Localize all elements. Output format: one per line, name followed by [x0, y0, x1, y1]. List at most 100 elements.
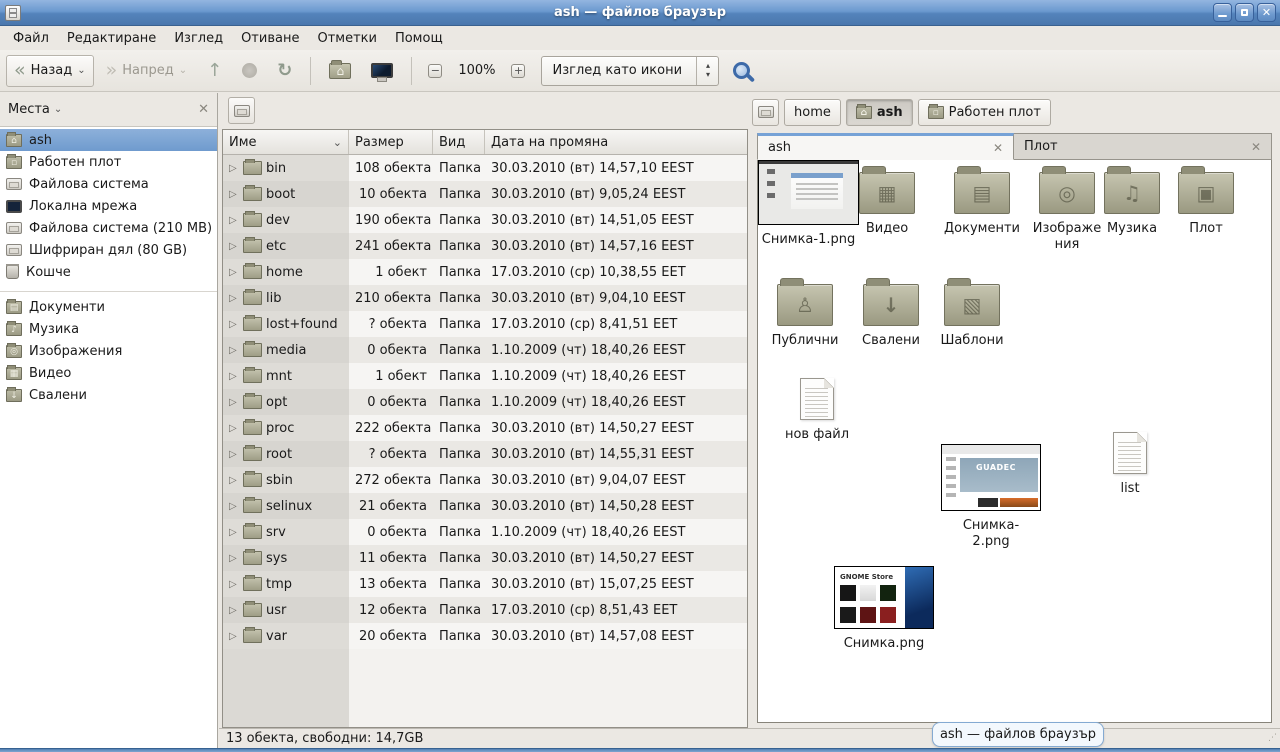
expander-icon[interactable]: ▷	[229, 553, 239, 564]
table-row[interactable]: ▷ srv 0 обекта Папка 1.10.2009 (чт) 18,4…	[223, 519, 747, 545]
reload-button[interactable]: ↻	[269, 55, 300, 87]
table-row[interactable]: ▷ mnt 1 обект Папка 1.10.2009 (чт) 18,40…	[223, 363, 747, 389]
expander-icon[interactable]: ▷	[229, 319, 239, 330]
expander-icon[interactable]: ▷	[229, 215, 239, 226]
expander-icon[interactable]: ▷	[229, 345, 239, 356]
back-dropdown-icon[interactable]: ⌄	[77, 65, 85, 76]
sidebar-item[interactable]: Файлова система (210 MB)	[0, 217, 217, 239]
expander-icon[interactable]: ▷	[229, 241, 239, 252]
menu-item[interactable]: Отиване	[232, 29, 308, 48]
expander-icon[interactable]: ▷	[229, 293, 239, 304]
list-item[interactable]: Публични	[764, 284, 846, 349]
column-header-size[interactable]: Размер	[349, 130, 433, 154]
sidebar-close-icon[interactable]: ✕	[198, 102, 209, 117]
expander-icon[interactable]: ▷	[229, 371, 239, 382]
expander-icon[interactable]: ▷	[229, 631, 239, 642]
sidebar-item[interactable]: ▤ Документи	[0, 296, 217, 318]
table-row[interactable]: ▷ home 1 обект Папка 17.03.2010 (ср) 10,…	[223, 259, 747, 285]
list-item[interactable]: Свалени	[848, 284, 934, 349]
table-row[interactable]: ▷ var 20 обекта Папка 30.03.2010 (вт) 14…	[223, 623, 747, 649]
zoom-out-button[interactable]: −	[422, 58, 448, 84]
back-button[interactable]: « Назад ⌄	[6, 55, 94, 87]
tab[interactable]: Плот ✕	[1014, 133, 1272, 160]
breadcrumb-button[interactable]: ⌂ ash	[846, 99, 913, 126]
breadcrumb-root-button[interactable]	[752, 99, 779, 126]
expander-icon[interactable]: ▷	[229, 579, 239, 590]
sidebar-item[interactable]: ▦ Видео	[0, 362, 217, 384]
close-button[interactable]: ✕	[1257, 3, 1276, 22]
expander-icon[interactable]: ▷	[229, 475, 239, 486]
table-row[interactable]: ▷ sbin 272 обекта Папка 30.03.2010 (вт) …	[223, 467, 747, 493]
menu-item[interactable]: Отметки	[308, 29, 385, 48]
search-button[interactable]	[733, 62, 750, 79]
list-item[interactable]: Музика	[1102, 172, 1162, 237]
sidebar-item[interactable]: ♪ Музика	[0, 318, 217, 340]
table-row[interactable]: ▷ selinux 21 обекта Папка 30.03.2010 (вт…	[223, 493, 747, 519]
breadcrumb-button[interactable]: ▫ Работен плот	[918, 99, 1051, 126]
zoom-in-button[interactable]: +	[505, 58, 531, 84]
sidebar-item[interactable]: ◎ Изображения	[0, 340, 217, 362]
table-row[interactable]: ▷ boot 10 обекта Папка 30.03.2010 (вт) 9…	[223, 181, 747, 207]
list-item[interactable]: list	[1076, 432, 1184, 497]
home-button[interactable]	[321, 55, 359, 87]
list-item[interactable]: Документи	[940, 172, 1024, 237]
list-item[interactable]: Снимка-1.png	[758, 160, 859, 248]
list-item[interactable]: Изображения	[1030, 172, 1104, 252]
expander-icon[interactable]: ▷	[229, 501, 239, 512]
icon-view[interactable]: Видео Документи Изображения Музика Плот …	[757, 160, 1272, 723]
menu-item[interactable]: Помощ	[386, 29, 452, 48]
tab-close-icon[interactable]: ✕	[1251, 140, 1261, 154]
table-row[interactable]: ▷ etc 241 обекта Папка 30.03.2010 (вт) 1…	[223, 233, 747, 259]
expander-icon[interactable]: ▷	[229, 189, 239, 200]
taskbar-window-button[interactable]: ash — файлов браузър	[932, 722, 1104, 747]
stop-button[interactable]	[234, 55, 265, 87]
sidebar-item[interactable]: ⌂ ash	[0, 129, 217, 151]
expander-icon[interactable]: ▷	[229, 423, 239, 434]
computer-button[interactable]	[363, 55, 401, 87]
maximize-button[interactable]	[1235, 3, 1254, 22]
column-header-name[interactable]: Име ⌄	[223, 130, 349, 154]
expander-icon[interactable]: ▷	[229, 163, 239, 174]
menu-item[interactable]: Изглед	[165, 29, 232, 48]
menu-item[interactable]: Файл	[4, 29, 58, 48]
table-row[interactable]: ▷ dev 190 обекта Папка 30.03.2010 (вт) 1…	[223, 207, 747, 233]
table-row[interactable]: ▷ tmp 13 обекта Папка 30.03.2010 (вт) 15…	[223, 571, 747, 597]
expander-icon[interactable]: ▷	[229, 267, 239, 278]
table-row[interactable]: ▷ bin 108 обекта Папка 30.03.2010 (вт) 1…	[223, 155, 747, 181]
list-item[interactable]: Снимка.png	[830, 566, 938, 652]
table-row[interactable]: ▷ usr 12 обекта Папка 17.03.2010 (ср) 8,…	[223, 597, 747, 623]
expander-icon[interactable]: ▷	[229, 527, 239, 538]
menu-item[interactable]: Редактиране	[58, 29, 165, 48]
up-button[interactable]: ↑	[199, 55, 230, 87]
tab-close-icon[interactable]: ✕	[993, 141, 1003, 155]
sidebar-title[interactable]: Места	[8, 102, 50, 117]
sidebar-item[interactable]: Шифриран дял (80 GB)	[0, 239, 217, 261]
list-item[interactable]: Снимка-2.png	[958, 444, 1024, 549]
list-item[interactable]: Шаблони	[932, 284, 1012, 349]
expander-icon[interactable]: ▷	[229, 605, 239, 616]
table-row[interactable]: ▷ lib 210 обекта Папка 30.03.2010 (вт) 9…	[223, 285, 747, 311]
sidebar-item[interactable]: ↓ Свалени	[0, 384, 217, 406]
forward-button[interactable]: » Напред ⌄	[98, 55, 196, 87]
table-row[interactable]: ▷ opt 0 обекта Папка 1.10.2009 (чт) 18,4…	[223, 389, 747, 415]
table-row[interactable]: ▷ proc 222 обекта Папка 30.03.2010 (вт) …	[223, 415, 747, 441]
sidebar-item[interactable]: Кошче	[0, 261, 217, 283]
sidebar-item[interactable]: Локална мрежа	[0, 195, 217, 217]
breadcrumb-button[interactable]: home	[784, 99, 841, 126]
view-mode-select[interactable]: Изглед като икони ▴▾	[541, 56, 719, 86]
table-row[interactable]: ▷ root ? обекта Папка 30.03.2010 (вт) 14…	[223, 441, 747, 467]
resize-grip[interactable]: ⋰	[1268, 736, 1278, 746]
table-row[interactable]: ▷ sys 11 обекта Папка 30.03.2010 (вт) 14…	[223, 545, 747, 571]
sidebar-chevron-icon[interactable]: ⌄	[54, 104, 62, 115]
sidebar-item[interactable]: ▫ Работен плот	[0, 151, 217, 173]
table-row[interactable]: ▷ lost+found ? обекта Папка 17.03.2010 (…	[223, 311, 747, 337]
sidebar-item[interactable]: Файлова система	[0, 173, 217, 195]
column-header-date[interactable]: Дата на промяна	[485, 130, 747, 154]
expander-icon[interactable]: ▷	[229, 397, 239, 408]
list-item[interactable]: нов файл	[764, 378, 870, 443]
list-item[interactable]: Плот	[1164, 172, 1248, 237]
pane-drive-button[interactable]	[228, 97, 255, 124]
tab[interactable]: ash ✕	[757, 133, 1014, 160]
column-header-type[interactable]: Вид	[433, 130, 485, 154]
minimize-button[interactable]	[1213, 3, 1232, 22]
